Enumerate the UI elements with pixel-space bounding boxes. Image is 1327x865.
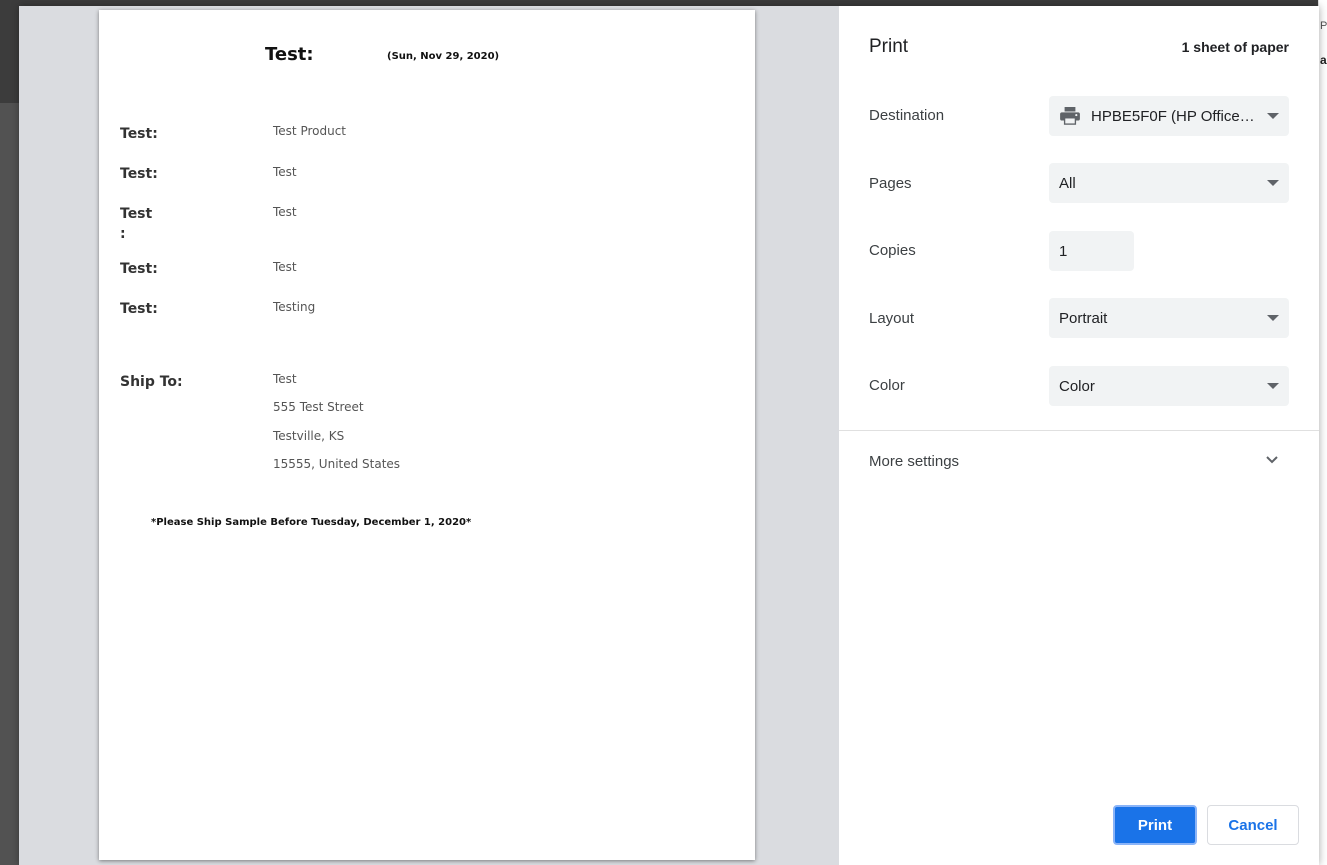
ship-to-line-3: Testville, KS xyxy=(273,429,345,443)
field-value-1: Test Product xyxy=(273,124,347,138)
destination-label: Destination xyxy=(869,107,945,124)
field-label-3: Test : xyxy=(120,206,153,242)
destination-select[interactable]: HPBE5F0F (HP OfficeJet Pro) xyxy=(1049,96,1289,136)
print-dialog: Test: (Sun, Nov 29, 2020) Test: Test Pro… xyxy=(19,6,1319,865)
preview-page: Test: (Sun, Nov 29, 2020) Test: Test Pro… xyxy=(99,10,755,860)
field-label-2: Test: xyxy=(120,166,158,182)
copies-input[interactable] xyxy=(1049,231,1134,271)
layout-label: Layout xyxy=(869,310,915,327)
print-button[interactable]: Print xyxy=(1113,805,1197,845)
copies-label: Copies xyxy=(869,242,916,259)
ship-to-line-1: Test xyxy=(273,372,297,386)
pages-select[interactable]: All xyxy=(1049,163,1289,203)
field-label-4: Test: xyxy=(120,261,158,277)
field-value-3: Test xyxy=(273,205,297,219)
destination-value: HPBE5F0F (HP OfficeJet Pro) xyxy=(1091,107,1289,125)
chevron-down-icon xyxy=(1267,383,1279,389)
chevron-down-icon xyxy=(1267,113,1279,119)
printer-icon xyxy=(1060,107,1080,125)
chevron-down-icon xyxy=(1267,315,1279,321)
ship-to-line-2: 555 Test Street xyxy=(273,400,364,414)
cancel-button[interactable]: Cancel xyxy=(1207,805,1299,845)
pages-value: All xyxy=(1059,174,1076,192)
more-settings-label: More settings xyxy=(869,453,960,470)
more-settings-toggle[interactable]: More settings xyxy=(839,431,1319,491)
doc-title: Test: xyxy=(265,44,314,65)
print-settings-panel: Print 1 sheet of paper Destination HPBE5… xyxy=(839,6,1319,865)
browser-backdrop-right: P a xyxy=(1318,0,1327,865)
chevron-down-icon xyxy=(1266,456,1278,464)
field-value-2: Test xyxy=(273,165,297,179)
color-value: Color xyxy=(1059,377,1095,395)
pages-label: Pages xyxy=(869,175,912,192)
field-label-1: Test: xyxy=(120,126,158,142)
print-preview-area: Test: (Sun, Nov 29, 2020) Test: Test Pro… xyxy=(19,6,839,865)
sheet-count: 1 sheet of paper xyxy=(1181,39,1289,55)
layout-value: Portrait xyxy=(1059,309,1108,327)
chevron-down-icon xyxy=(1267,180,1279,186)
dialog-title: Print xyxy=(869,36,909,57)
ship-to-label: Ship To: xyxy=(120,374,183,390)
backdrop-text: P xyxy=(1320,20,1327,32)
backdrop-text-bold: a xyxy=(1320,53,1327,67)
doc-date: (Sun, Nov 29, 2020) xyxy=(387,51,500,62)
field-value-5: Testing xyxy=(273,300,316,314)
field-value-4: Test xyxy=(273,260,297,274)
color-select[interactable]: Color xyxy=(1049,366,1289,406)
ship-to-line-4: 15555, United States xyxy=(273,457,401,471)
layout-select[interactable]: Portrait xyxy=(1049,298,1289,338)
field-label-5: Test: xyxy=(120,301,158,317)
ship-note: *Please Ship Sample Before Tuesday, Dece… xyxy=(151,517,472,528)
color-label: Color xyxy=(869,377,905,394)
